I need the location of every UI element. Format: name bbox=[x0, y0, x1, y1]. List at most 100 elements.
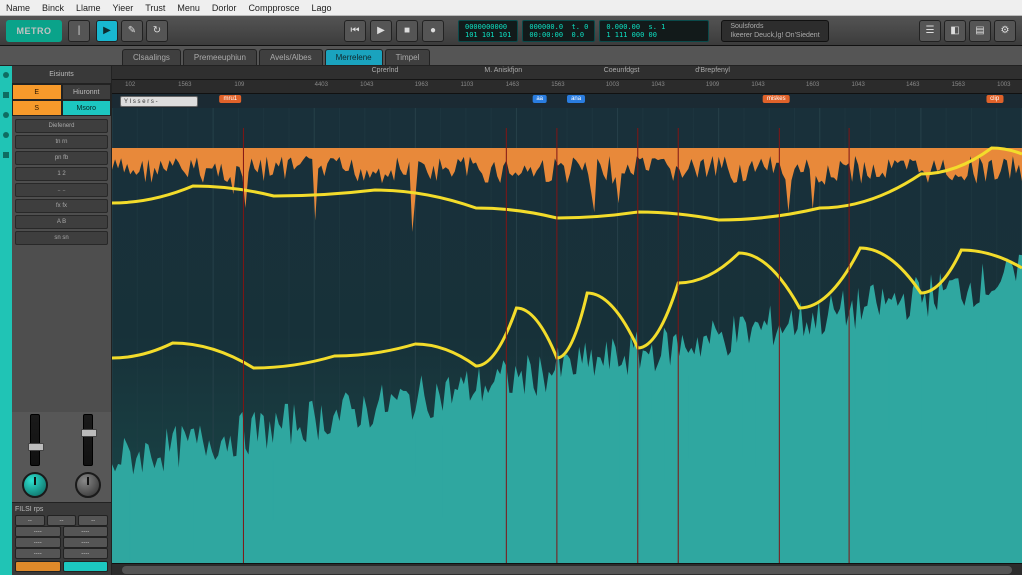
timecode-secondary[interactable]: 000000.0 t. 0 00:00:00 0.0 bbox=[522, 20, 595, 42]
color-chip[interactable] bbox=[15, 561, 61, 572]
insert-slot[interactable]: fx fx bbox=[15, 199, 108, 213]
strip-sq-icon bbox=[3, 152, 9, 158]
view-mixer-icon[interactable]: ☰ bbox=[919, 20, 941, 42]
status-line2: Ikeerer Deuck,lg! On'Siedent bbox=[730, 32, 819, 39]
foot-chip[interactable]: ---- bbox=[63, 526, 109, 537]
status-display[interactable]: Soulsfords Ikeerer Deuck,lg! On'Siedent bbox=[721, 20, 828, 42]
ruler-tick: 1563 bbox=[551, 82, 564, 88]
transport-rewind[interactable]: ⏮ bbox=[344, 20, 366, 42]
insert-slot[interactable]: Diefenerd bbox=[15, 119, 108, 133]
strip-dot-icon bbox=[3, 112, 9, 118]
fader[interactable] bbox=[83, 414, 93, 466]
marker[interactable]: Cprerlnd bbox=[372, 67, 399, 74]
menu-dorlor[interactable]: Dorlor bbox=[212, 3, 237, 13]
inspector-tab-a[interactable]: E bbox=[12, 84, 62, 100]
ruler-tick: 1563 bbox=[178, 82, 191, 88]
foot-chip[interactable]: ---- bbox=[15, 526, 61, 537]
waveform-stage[interactable] bbox=[112, 108, 1022, 563]
time-ruler[interactable]: 1021563109440310431963110314631563100310… bbox=[112, 80, 1022, 94]
ruler-tick: 1463 bbox=[906, 82, 919, 88]
transport-record[interactable]: ● bbox=[422, 20, 444, 42]
foot-chip[interactable]: ---- bbox=[63, 537, 109, 548]
ruler-tick: 1043 bbox=[852, 82, 865, 88]
transport-stop[interactable]: ■ bbox=[396, 20, 418, 42]
inspector-title: Eisiunts bbox=[12, 66, 111, 84]
insert-slot[interactable]: 1 2 bbox=[15, 167, 108, 181]
lane-selector[interactable]: Y I s s e r s - bbox=[120, 96, 198, 107]
ruler-tick: 1463 bbox=[506, 82, 519, 88]
settings-icon[interactable]: ⚙ bbox=[994, 20, 1016, 42]
fader[interactable] bbox=[30, 414, 40, 466]
inspector-foot-label: FILSI rps bbox=[15, 506, 108, 513]
foot-chip[interactable]: ---- bbox=[15, 548, 61, 559]
insert-slot[interactable]: tn rn bbox=[15, 135, 108, 149]
os-menubar: Name Binck Llame Yieer Trust Menu Dorlor Comppr… bbox=[0, 0, 1022, 16]
scrollbar-thumb[interactable] bbox=[122, 566, 1012, 574]
timecode-primary[interactable]: 0000000000 101 101 101 bbox=[458, 20, 518, 42]
menu-llame[interactable]: Llame bbox=[76, 3, 101, 13]
inspector-subtab-s[interactable]: S bbox=[12, 100, 62, 116]
tab-premeeuphiun[interactable]: Premeeuphiun bbox=[183, 49, 257, 65]
tool-loop[interactable]: ↻ bbox=[146, 20, 168, 42]
foot-chip[interactable]: -- bbox=[15, 515, 45, 526]
tab-avels/albes[interactable]: Avels/Albes bbox=[259, 49, 323, 65]
marker[interactable]: Coeunfdgst bbox=[604, 67, 640, 74]
ruler-tick: 1003 bbox=[997, 82, 1010, 88]
strip-dot-icon bbox=[3, 72, 9, 78]
horizontal-scrollbar[interactable] bbox=[112, 563, 1022, 575]
ruler-tick: 1909 bbox=[706, 82, 719, 88]
marker-ruler[interactable]: Cprerlnd M. Aniskfjon Coeunfdgst d'Brepfeny… bbox=[112, 66, 1022, 80]
knob[interactable] bbox=[75, 472, 101, 498]
timecode-tertiary[interactable]: 0.000.00 s. 1 1 111 000 00 bbox=[599, 20, 709, 42]
tab-merrelene[interactable]: Merrelene bbox=[325, 49, 383, 65]
menu-yieer[interactable]: Yieer bbox=[113, 3, 134, 13]
tab-timpel[interactable]: Timpel bbox=[385, 49, 431, 65]
ruler-tick: 1043 bbox=[651, 82, 664, 88]
knob[interactable] bbox=[22, 472, 48, 498]
insert-slot[interactable]: A B bbox=[15, 215, 108, 229]
tool-pencil[interactable]: ✎ bbox=[121, 20, 143, 42]
inspector-panel: Eisiunts E Hiuronnt SMsoro Diefenerd tn r… bbox=[12, 66, 112, 575]
region-label[interactable]: ana bbox=[567, 95, 585, 103]
view-browser-icon[interactable]: ▤ bbox=[969, 20, 991, 42]
region-label[interactable]: clip bbox=[986, 95, 1003, 103]
divider-btn[interactable]: | bbox=[68, 20, 90, 42]
foot-chip[interactable]: -- bbox=[47, 515, 77, 526]
menu-menu[interactable]: Menu bbox=[177, 3, 200, 13]
ruler-tick: 1563 bbox=[952, 82, 965, 88]
menu-binck[interactable]: Binck bbox=[42, 3, 64, 13]
color-chip[interactable] bbox=[63, 561, 109, 572]
view-editor-icon[interactable]: ◧ bbox=[944, 20, 966, 42]
ruler-tick: 1963 bbox=[415, 82, 428, 88]
region-label[interactable]: mru1 bbox=[219, 95, 241, 103]
tab-clsaalings[interactable]: Clsaalings bbox=[122, 49, 181, 65]
ruler-tick: 1043 bbox=[360, 82, 373, 88]
region-label[interactable]: miskes bbox=[763, 95, 790, 103]
tool-pointer[interactable]: ▶ bbox=[96, 20, 118, 42]
ruler-tick: 1103 bbox=[460, 82, 473, 88]
ruler-tick: 1043 bbox=[751, 82, 764, 88]
foot-chip[interactable]: ---- bbox=[15, 537, 61, 548]
marker[interactable]: d'Brepfenyl bbox=[695, 67, 730, 74]
view-tabs: ClsaalingsPremeeuphiunAvels/AlbesMerrele… bbox=[0, 46, 1022, 66]
menu-name[interactable]: Name bbox=[6, 3, 30, 13]
marker[interactable]: M. Aniskfjon bbox=[484, 67, 522, 74]
inspector-tab-b[interactable]: Hiuronnt bbox=[62, 84, 112, 100]
ruler-tick: 4403 bbox=[315, 82, 328, 88]
status-line1: Soulsfords bbox=[730, 23, 819, 30]
track-strip[interactable] bbox=[0, 66, 12, 575]
foot-chip[interactable]: -- bbox=[78, 515, 108, 526]
insert-slot[interactable]: sn sn bbox=[15, 231, 108, 245]
menu-lago[interactable]: Lago bbox=[311, 3, 331, 13]
menu-trust[interactable]: Trust bbox=[145, 3, 165, 13]
foot-chip[interactable]: ---- bbox=[63, 548, 109, 559]
menu-compprosce[interactable]: Compprosce bbox=[248, 3, 299, 13]
region-label-lane[interactable]: Y I s s e r s - mru1 aa ana miskes clip bbox=[112, 94, 1022, 108]
insert-slot[interactable]: pn fb bbox=[15, 151, 108, 165]
inspector-subtab-msoro[interactable]: Msoro bbox=[62, 100, 112, 116]
region-label[interactable]: aa bbox=[532, 95, 547, 103]
arrangement-editor[interactable]: Cprerlnd M. Aniskfjon Coeunfdgst d'Brepfeny… bbox=[112, 66, 1022, 575]
ruler-tick: 1603 bbox=[806, 82, 819, 88]
insert-slot[interactable]: .. .. bbox=[15, 183, 108, 197]
transport-play[interactable]: ▶ bbox=[370, 20, 392, 42]
